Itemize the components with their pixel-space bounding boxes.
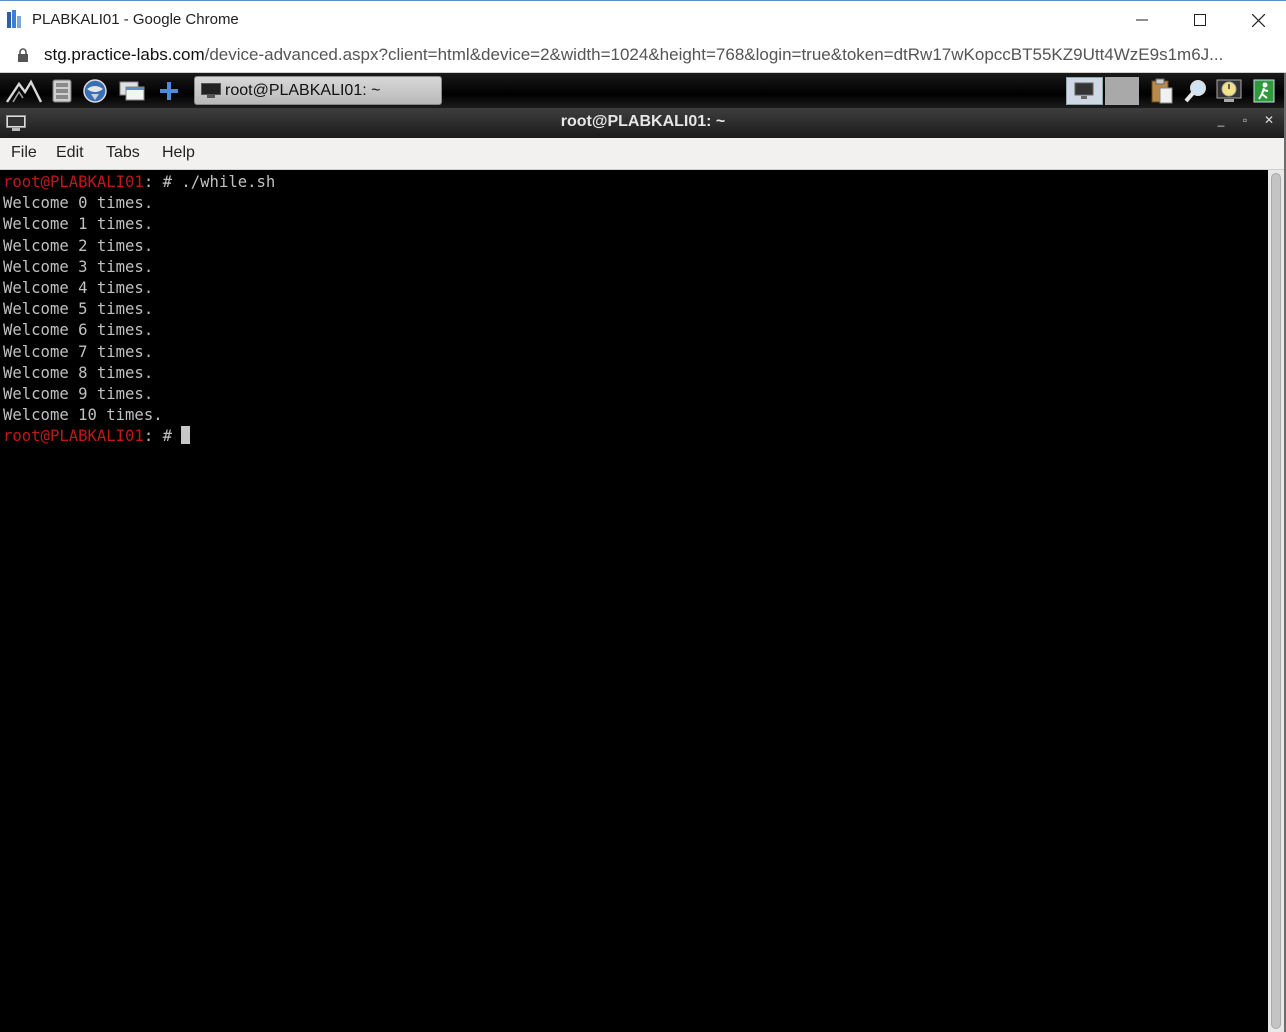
terminal-area[interactable]: root@PLABKALI01: # ./while.sh Welcome 0 t… xyxy=(0,170,1268,1032)
add-icon[interactable] xyxy=(155,77,183,105)
menu-help[interactable]: Help xyxy=(162,144,195,162)
minimize-button[interactable] xyxy=(1113,1,1171,39)
output-line: Welcome 4 times. xyxy=(3,279,154,298)
clock-icon[interactable] xyxy=(1215,77,1243,105)
file-manager-icon[interactable] xyxy=(48,77,76,105)
clipboard-icon[interactable] xyxy=(1148,77,1176,105)
terminal-title: root@PLABKALI01: ~ xyxy=(560,113,726,130)
terminal-menu-bar: File Edit Tabs Help xyxy=(0,138,1286,170)
workspace-switcher[interactable] xyxy=(1105,77,1139,105)
command-line: root@PLABKALI01: # ./while.sh xyxy=(3,172,275,193)
url-text[interactable]: stg.practice-labs.com/device-advanced.as… xyxy=(44,45,1274,65)
prompt-user: root@PLABKALI01 xyxy=(3,427,144,446)
output-line: Welcome 0 times. xyxy=(3,194,154,213)
terminal-maximize-button[interactable]: ▫ xyxy=(1236,113,1254,127)
site-icon xyxy=(7,10,21,28)
terminal-icon xyxy=(201,83,221,98)
menu-tabs[interactable]: Tabs xyxy=(106,144,140,162)
minimize-icon xyxy=(1136,19,1148,21)
maximize-icon xyxy=(1194,14,1206,26)
terminal-title-bar[interactable]: root@PLABKALI01: ~ _ ▫ ✕ xyxy=(0,109,1286,138)
desktop-panel: root@PLABKALI01: ~ xyxy=(0,73,1286,109)
terminal-close-button[interactable]: ✕ xyxy=(1260,113,1278,127)
output-line: Welcome 7 times. xyxy=(3,342,154,361)
url-path: /device-advanced.aspx?client=html&device… xyxy=(204,45,1224,64)
close-icon xyxy=(1251,13,1265,27)
menu-file[interactable]: File xyxy=(11,144,37,162)
prompt-line[interactable]: root@PLABKALI01: # xyxy=(3,426,275,447)
prompt-suffix: : # xyxy=(143,173,182,191)
terminal-minimize-button[interactable]: _ xyxy=(1212,113,1230,127)
text-cursor xyxy=(181,426,191,445)
scrollbar-thumb[interactable] xyxy=(1271,173,1281,1029)
menu-edit[interactable]: Edit xyxy=(56,144,84,162)
output-line: Welcome 8 times. xyxy=(3,363,154,382)
command-text: ./while.sh xyxy=(181,173,276,191)
show-desktop-icon[interactable] xyxy=(118,77,146,105)
output-line: Welcome 5 times. xyxy=(3,300,154,319)
output-line: Welcome 10 times. xyxy=(3,406,163,425)
taskbar-item-terminal[interactable]: root@PLABKALI01: ~ xyxy=(194,76,442,105)
output-line: Welcome 3 times. xyxy=(3,257,154,276)
browser-title: PLABKALI01 - Google Chrome xyxy=(32,11,239,28)
output-line: Welcome 9 times. xyxy=(3,385,154,404)
monitor-icon[interactable] xyxy=(1066,77,1103,105)
kali-menu-icon[interactable] xyxy=(4,77,44,105)
prompt-suffix: : # xyxy=(143,427,182,446)
lock-icon xyxy=(18,48,28,62)
maximize-button[interactable] xyxy=(1171,1,1229,39)
output-line: Welcome 6 times. xyxy=(3,321,154,340)
address-bar[interactable]: stg.practice-labs.com/device-advanced.as… xyxy=(0,38,1286,73)
terminal-output: root@PLABKALI01: # ./while.sh Welcome 0 t… xyxy=(3,172,275,448)
url-host: stg.practice-labs.com xyxy=(44,45,205,64)
taskbar-item-label: root@PLABKALI01: ~ xyxy=(225,82,381,99)
output-line: Welcome 1 times. xyxy=(3,215,154,234)
browser-title-bar: PLABKALI01 - Google Chrome xyxy=(0,0,1286,38)
exit-icon[interactable] xyxy=(1250,77,1278,105)
magnifier-icon[interactable] xyxy=(1182,77,1210,105)
browser-icon[interactable] xyxy=(81,77,109,105)
output-line: Welcome 2 times. xyxy=(3,236,154,255)
close-button[interactable] xyxy=(1229,1,1286,39)
prompt-user: root@PLABKALI01 xyxy=(3,173,144,191)
